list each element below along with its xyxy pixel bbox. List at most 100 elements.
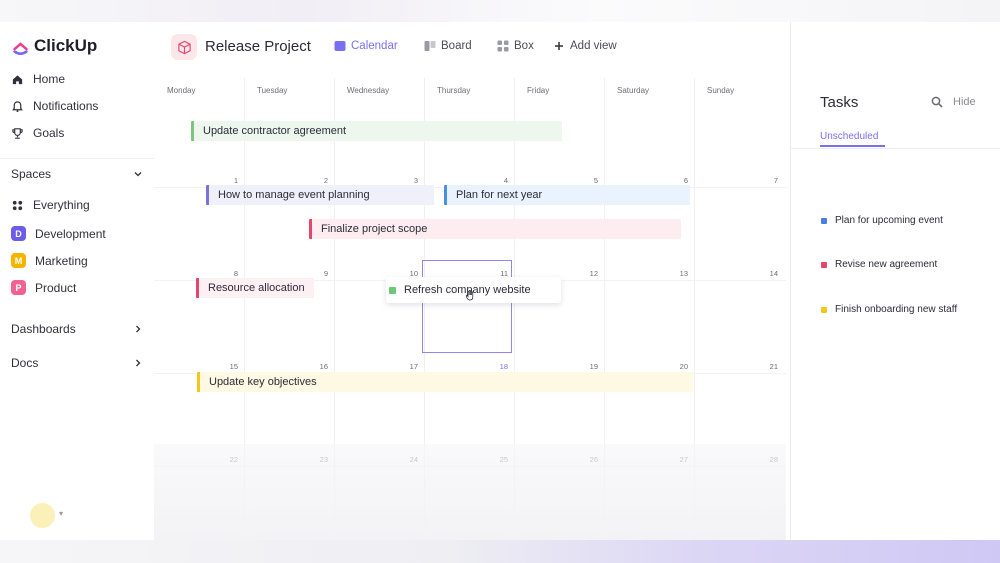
add-view-button[interactable]: Add view [553,40,617,52]
chevron-down-icon[interactable] [133,169,143,179]
docs-label: Docs [11,356,39,370]
sidebar-item-label: Everything [33,198,90,212]
chevron-right-icon[interactable] [133,324,143,334]
spaces-header[interactable]: Spaces [11,167,143,181]
day-number: 15 [229,362,238,371]
app-name: ClickUp [34,36,98,55]
day-number: 19 [589,362,598,371]
plus-icon [555,42,563,50]
clickup-logo-icon [13,41,28,55]
day-number: 20 [679,362,688,371]
sidebar-item-label: Notifications [33,99,99,113]
unscheduled-task[interactable]: Revise new agreement [821,259,937,270]
tab-board[interactable]: Board [424,40,472,52]
sidebar-item-everything[interactable]: Everything [11,198,90,212]
chevron-right-icon[interactable] [133,358,143,368]
event-title: Plan for next year [456,189,543,201]
bell-icon [12,100,23,112]
day-number: 17 [409,362,418,371]
calendar-icon [334,41,346,51]
active-tab-indicator [820,145,885,147]
day-number: 7 [773,176,778,185]
weekday-header: Wednesday [347,86,390,95]
home-icon [12,74,23,84]
sidebar-item-home[interactable]: Home [11,72,65,86]
weekday-header: Saturday [617,86,650,95]
unscheduled-task[interactable]: Finish onboarding new staff [821,304,957,315]
space-badge-product: P [11,280,26,295]
task-title: Revise new agreement [835,259,938,270]
task-title: Plan for upcoming event [835,215,943,226]
grid-icon [12,200,23,210]
dashboards-label: Dashboards [11,322,76,336]
sidebar: ClickUp Home Notifications Goals Spaces … [0,22,154,540]
weekday-header: Monday [167,86,196,95]
day-number: 1 [233,176,238,185]
calendar-event[interactable]: Finalize project scope [309,219,681,239]
weekday-header: Thursday [437,86,471,95]
tab-calendar[interactable]: Calendar [334,40,398,52]
cube-icon [177,40,191,54]
sidebar-item-notifications[interactable]: Notifications [11,99,98,113]
trophy-icon [12,127,23,139]
project-header: Release Project Calendar Board Box Add v… [154,22,790,72]
tab-unscheduled[interactable]: Unscheduled [820,131,878,142]
day-number: 4 [503,176,508,185]
tab-label: Box [514,40,534,52]
day-number: 14 [769,269,778,278]
sidebar-item-development[interactable]: D Development [11,226,106,241]
day-number: 13 [679,269,688,278]
tab-label: Calendar [351,40,398,52]
event-title: Update contractor agreement [203,125,347,137]
calendar-event[interactable]: Update key objectives [197,372,693,392]
weekday-header: Sunday [707,86,735,95]
sidebar-item-label: Goals [33,126,65,140]
panel-divider [791,148,1000,149]
event-title: Update key objectives [209,376,317,388]
sidebar-item-label: Home [33,72,66,86]
event-title: Resource allocation [208,282,305,294]
tasks-panel-title: Tasks [820,94,859,111]
avatar[interactable] [30,503,55,528]
calendar-event[interactable]: Update contractor agreement [191,121,562,141]
docs-header[interactable]: Docs [11,356,143,370]
project-title: Release Project [205,38,311,55]
day-number: 12 [589,269,598,278]
day-number: 3 [413,176,418,185]
hide-panel-button[interactable]: Hide [953,96,976,108]
project-icon [171,34,197,60]
tab-box[interactable]: Box [497,40,534,52]
day-number: 9 [323,269,328,278]
board-icon [424,41,436,51]
box-icon [497,40,509,52]
day-number: 8 [233,269,238,278]
task-color-dot [821,306,827,313]
clickup-logo[interactable]: ClickUp [12,36,97,56]
sidebar-item-goals[interactable]: Goals [11,126,64,140]
weekday-header: Tuesday [257,86,288,95]
spaces-label: Spaces [11,167,52,181]
search-icon[interactable] [931,96,943,108]
day-number: 2 [323,176,328,185]
dashboards-header[interactable]: Dashboards [11,322,143,336]
calendar-event[interactable]: How to manage event planning [206,185,434,205]
sidebar-item-label: Product [35,280,77,295]
caret-down-icon[interactable]: ▾ [59,509,63,518]
calendar-event[interactable]: Plan for next year [444,185,690,205]
day-number: 16 [319,362,328,371]
sidebar-item-marketing[interactable]: M Marketing [11,253,88,268]
calendar-event[interactable]: Resource allocation [196,278,314,298]
sidebar-item-label: Development [35,226,106,241]
grab-cursor-icon [465,290,474,301]
day-number: 5 [593,176,598,185]
day-number: 6 [683,176,688,185]
calendar-grid: Monday Tuesday Wednesday Thursday Friday… [154,72,786,540]
top-backdrop [0,0,1000,22]
unscheduled-task[interactable]: Plan for upcoming event [821,215,943,226]
calendar-fade [154,444,786,540]
drop-target-cell[interactable] [422,260,512,353]
event-title: How to manage event planning [218,189,370,201]
sidebar-item-product[interactable]: P Product [11,280,76,295]
task-color-dot [821,261,827,268]
sidebar-divider [0,158,154,159]
